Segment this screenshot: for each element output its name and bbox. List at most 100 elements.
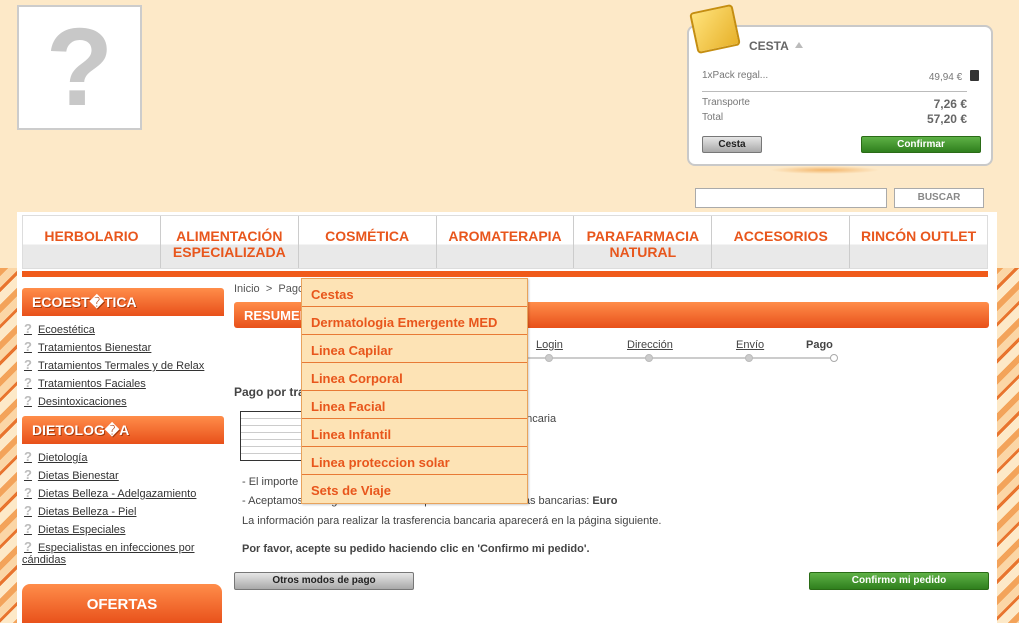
shop-logo[interactable]: ? (17, 5, 142, 130)
search-input[interactable] (695, 188, 887, 208)
sidebar-link[interactable]: ? Tratamientos Bienestar (24, 339, 151, 354)
nav-item-aromaterapia[interactable]: AROMATERAPIA (437, 216, 575, 268)
sidebar-link[interactable]: ? Especialistas en infecciones por (24, 539, 219, 554)
sidebar-link-label: Dietas Belleza - Piel (37, 506, 137, 518)
sidebar-link-label: Dietas Bienestar (37, 470, 119, 482)
caret-up-icon[interactable] (794, 42, 803, 48)
nav-item-cosmetica[interactable]: COSMÉTICA (299, 216, 437, 268)
nav-label: ALIMENTACIÓN (176, 228, 283, 244)
cart-transport-row: Transporte 7,26 € (702, 97, 967, 111)
cart-confirm-button[interactable]: Confirmar (861, 136, 981, 153)
step-pago: Pago (806, 339, 833, 351)
other-payment-methods-button[interactable]: Otros modos de pago (234, 572, 414, 590)
cart-title-label: CESTA (749, 39, 789, 53)
info-currency-value: Euro (592, 495, 618, 507)
sidebar-link[interactable]: ? Tratamientos Faciales (24, 375, 146, 390)
question-icon: ? (24, 467, 32, 482)
nav-item-outlet[interactable]: RINCÓN OUTLET (850, 216, 987, 268)
cart-item-row: 1xPack regal... 49,94 € (702, 70, 979, 83)
nav-label: ACCESORIOS (733, 228, 828, 244)
sidebar-link[interactable]: ? Desintoxicaciones (24, 393, 127, 408)
main-nav: HERBOLARIO ALIMENTACIÓN ESPECIALIZADA COS… (22, 215, 988, 269)
sidebar-heading-dietologia[interactable]: DIETOLOG�A (22, 416, 224, 444)
transport-value: 7,26 € (933, 97, 967, 111)
step-dot-current (830, 354, 838, 362)
question-icon: ? (24, 375, 32, 390)
basket-icon (689, 3, 741, 55)
sidebar-link[interactable]: ? Ecoestética (24, 321, 95, 336)
question-icon: ? (24, 539, 32, 554)
confirm-order-button[interactable]: Confirmo mi pedido (809, 572, 989, 590)
nav-label: COSMÉTICA (325, 228, 410, 244)
nav-item-herbolario[interactable]: HERBOLARIO (23, 216, 161, 268)
info-amount: - El importe t (242, 476, 305, 488)
question-icon: ? (24, 503, 32, 518)
question-icon: ? (24, 393, 32, 408)
sidebar-link[interactable]: ? Dietas Especiales (24, 521, 125, 536)
step-envio[interactable]: Envío (736, 339, 764, 351)
question-icon: ? (24, 339, 32, 354)
payment-method-title: Pago por tra (234, 385, 305, 399)
nav-item-alimentacion[interactable]: ALIMENTACIÓN ESPECIALIZADA (161, 216, 299, 268)
step-dot (645, 354, 653, 362)
search-button[interactable]: BUSCAR (894, 188, 984, 208)
step-direccion[interactable]: Dirección (627, 339, 673, 351)
nav-label: PARAFARMACIA (586, 228, 700, 244)
sidebar-link-label: Dietología (37, 452, 88, 464)
cart-item-name: 1xPack regal... (702, 70, 769, 81)
step-dot (545, 354, 553, 362)
sidebar-link-continued[interactable]: cándidas (22, 554, 66, 566)
ofertas-banner[interactable]: OFERTAS (22, 584, 222, 623)
bank-transfer-image (240, 411, 304, 461)
decorative-band-right (995, 268, 1019, 623)
nav-item-accesorios[interactable]: ACCESORIOS (712, 216, 851, 268)
nav-accent-bar (22, 271, 988, 277)
step-login[interactable]: Login (536, 339, 563, 351)
sidebar-link-label: cándidas (22, 554, 67, 566)
sidebar-link[interactable]: ? Tratamientos Termales y de Relax (24, 357, 204, 372)
trash-icon[interactable] (970, 70, 979, 81)
dropdown-item[interactable]: Dermatologia Emergente MED (302, 307, 527, 335)
dropdown-item[interactable]: Linea Facial (302, 391, 527, 419)
dropdown-item[interactable]: Cestas (302, 279, 527, 307)
sidebar-link-label: Desintoxicaciones (37, 396, 127, 408)
cart-shadow (770, 166, 880, 174)
dropdown-item[interactable]: Linea Corporal (302, 363, 527, 391)
sidebar-link[interactable]: ? Dietas Belleza - Adelgazamiento (24, 485, 196, 500)
cart-title[interactable]: CESTA (749, 39, 803, 53)
section-title: RESUMEN (244, 308, 310, 323)
question-icon: ? (24, 521, 32, 536)
sidebar-link-label: Especialistas en infecciones por (37, 542, 195, 554)
sidebar-link-label: Ecoestética (37, 324, 95, 336)
step-dot (745, 354, 753, 362)
sidebar-heading-ecoestetica[interactable]: ECOEST�TICA (22, 288, 224, 316)
cart-divider (702, 91, 967, 92)
sidebar-link[interactable]: ? Dietología (24, 449, 88, 464)
breadcrumb-home[interactable]: Inicio (234, 283, 260, 295)
question-icon: ? (24, 357, 32, 372)
sidebar-link[interactable]: ? Dietas Belleza - Piel (24, 503, 136, 518)
nav-label: RINCÓN OUTLET (861, 228, 977, 244)
dropdown-item[interactable]: Linea proteccion solar (302, 447, 527, 475)
total-label: Total (702, 112, 724, 123)
cart-total-row: Total 57,20 € (702, 112, 967, 126)
nav-label-2: ESPECIALIZADA (172, 244, 286, 260)
logo-placeholder-icon: ? (45, 5, 114, 129)
cart-item-price: 49,94 € (928, 72, 963, 83)
sidebar-link-label: Dietas Belleza - Adelgazamiento (37, 488, 197, 500)
question-icon: ? (24, 485, 32, 500)
dropdown-item[interactable]: Linea Capilar (302, 335, 527, 363)
breadcrumb: Inicio > Pago (234, 283, 304, 295)
sidebar-link-label: Tratamientos Bienestar (37, 342, 152, 354)
transport-label: Transporte (702, 97, 750, 108)
nav-label: AROMATERAPIA (448, 228, 562, 244)
dropdown-item[interactable]: Sets de Viaje (302, 475, 527, 503)
dropdown-item[interactable]: Linea Infantil (302, 419, 527, 447)
total-value: 57,20 € (926, 112, 967, 126)
info-next-page: La información para realizar la trasfere… (242, 515, 662, 527)
nav-item-parafarmacia[interactable]: PARAFARMACIA NATURAL (574, 216, 713, 268)
sidebar-link-label: Dietas Especiales (37, 524, 126, 536)
sidebar-link[interactable]: ? Dietas Bienestar (24, 467, 119, 482)
cosmetica-dropdown-menu: Cestas Dermatologia Emergente MED Linea … (301, 278, 528, 504)
cart-button[interactable]: Cesta (702, 136, 762, 153)
